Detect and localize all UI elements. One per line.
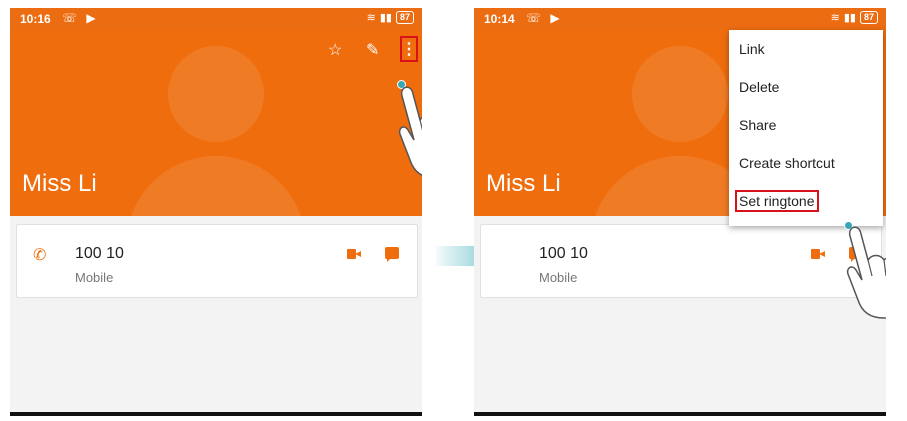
status-icons: ≋ ▮▮ 87 (367, 11, 414, 24)
signal-icon: ▮▮ (379, 12, 392, 24)
status-icons: ≋ ▮▮ 87 (831, 11, 878, 24)
status-bar: 10:16 ☏ ▶ ≋ ▮▮ 87 (10, 8, 422, 30)
menu-item-set-ringtone[interactable]: Set ringtone (729, 182, 883, 220)
phone-entry-card[interactable]: ✆ 100 10 Mobile (16, 224, 418, 298)
battery-icon: 87 (395, 11, 414, 24)
set-ringtone-highlight[interactable]: Set ringtone (735, 190, 819, 212)
bottom-bar (10, 412, 422, 416)
contact-name: Miss Li (486, 170, 561, 197)
hand-pointer-icon (846, 226, 886, 319)
status-time: 10:16 (20, 12, 51, 26)
message-icon[interactable] (385, 247, 399, 262)
avatar-placeholder-head (168, 46, 264, 142)
wifi-icon: ≋ (366, 12, 376, 24)
battery-icon: 87 (859, 11, 878, 24)
phone-type: Mobile (75, 270, 114, 285)
phone-type: Mobile (539, 270, 578, 285)
hand-pointer-icon (398, 86, 422, 176)
more-vert-icon[interactable]: ⋮ (400, 36, 418, 62)
contact-header: Miss Li ☆ ✎ ⋮ (10, 30, 422, 216)
menu-item-create-shortcut[interactable]: Create shortcut (729, 144, 883, 182)
video-call-icon[interactable] (347, 249, 361, 259)
phone-number: 100 10 (539, 245, 588, 262)
pencil-icon[interactable]: ✎ (366, 40, 379, 60)
avatar-placeholder-head (632, 46, 728, 142)
wifi-icon: ≋ (830, 12, 840, 24)
video-call-icon[interactable] (811, 249, 825, 259)
menu-item-delete[interactable]: Delete (729, 68, 883, 106)
missed-call-icon: ☏ ▶ (526, 11, 563, 25)
contact-name: Miss Li (22, 170, 97, 197)
overflow-menu: Link Delete Share Create shortcut Set ri… (729, 30, 883, 226)
status-bar: 10:14 ☏ ▶ ≋ ▮▮ 87 (474, 8, 886, 30)
left-phone-screen: 10:16 ☏ ▶ ≋ ▮▮ 87 Miss Li ☆ ✎ ⋮ ✆ 100 10… (10, 8, 422, 416)
missed-call-icon: ☏ ▶ (62, 11, 99, 25)
phone-entry-card[interactable]: ✆ 100 10 Mobile (480, 224, 882, 298)
star-icon[interactable]: ☆ (328, 40, 342, 60)
phone-number: 100 10 (75, 245, 124, 262)
bottom-bar (474, 412, 886, 416)
menu-item-share[interactable]: Share (729, 106, 883, 144)
avatar-placeholder-body (126, 156, 306, 216)
menu-item-link[interactable]: Link (729, 30, 883, 68)
status-time: 10:14 (484, 12, 515, 26)
phone-icon[interactable]: ✆ (33, 245, 46, 265)
right-phone-screen: 10:14 ☏ ▶ ≋ ▮▮ 87 Miss Li ✆ 100 10 Mobil… (474, 8, 886, 416)
signal-icon: ▮▮ (843, 12, 856, 24)
